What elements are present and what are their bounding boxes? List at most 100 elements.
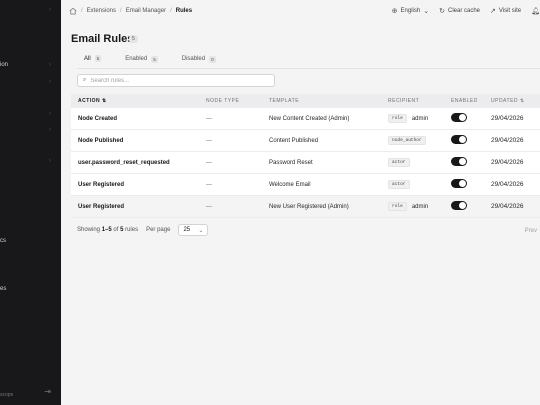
recipient-type-chip: role <box>388 202 407 211</box>
tab-enabled[interactable]: Enabled 5 <box>118 53 165 69</box>
rule-template: Password Reset <box>269 159 313 166</box>
recipient-type-chip: role <box>388 114 407 123</box>
column-header-template: TEMPLATE <box>269 98 300 104</box>
column-header-updated[interactable]: UPDATED ⇅ <box>491 98 525 104</box>
enabled-toggle[interactable] <box>451 179 467 190</box>
language-selector[interactable]: ⊕ English ⌄ <box>392 7 429 15</box>
tab-label: Enabled <box>125 56 148 62</box>
per-page-value: 25 <box>183 227 191 233</box>
rule-node-type: — <box>206 115 212 122</box>
rule-action[interactable]: Node Published <box>78 138 123 144</box>
rule-updated: 29/04/2026 <box>491 115 524 122</box>
rule-action[interactable]: user.password_reset_requested <box>78 160 170 166</box>
showing-range: 1–5 <box>101 227 112 233</box>
prev-page-button[interactable]: Prev <box>525 228 537 234</box>
tab-count-badge: 5 <box>151 55 158 63</box>
per-page-label: Per page <box>146 227 171 233</box>
chevron-down-icon: ⌄ <box>198 227 204 234</box>
sidebar-item-label[interactable]: ion <box>0 62 8 68</box>
per-page-select[interactable]: 25 ⌄ <box>178 224 209 236</box>
rule-template: New User Registered (Admin) <box>269 203 349 210</box>
chevron-right-icon[interactable]: › <box>49 158 51 164</box>
chevron-right-icon[interactable]: › <box>49 79 51 85</box>
column-header-node-type: NODE TYPE <box>206 98 240 104</box>
table-row[interactable]: Node Created — New Content Created (Admi… <box>71 108 540 130</box>
sidebar: › ion › › › › › cs es scope ⇥ <box>0 0 61 405</box>
toggle-knob <box>459 114 466 121</box>
logout-icon[interactable]: ⇥ <box>44 387 51 396</box>
globe-icon: ⊕ <box>391 7 398 15</box>
toggle-knob <box>459 158 466 165</box>
breadcrumb: / Extensions / Email Manager / Rules <box>69 7 192 15</box>
chevron-right-icon[interactable]: › <box>49 111 51 117</box>
search-icon: ⌕ <box>83 77 87 83</box>
rule-recipient: node_author <box>388 136 426 145</box>
clear-cache-button[interactable]: ↻ Clear cache <box>439 7 480 15</box>
rule-action[interactable]: User Registered <box>78 182 124 188</box>
toggle-knob <box>459 202 466 209</box>
breadcrumb-email-manager[interactable]: Email Manager <box>126 8 166 14</box>
toggle-switch[interactable] <box>451 135 467 144</box>
showing-prefix: Showing <box>77 227 101 233</box>
rule-node-type: — <box>206 159 212 166</box>
recipient-value: admin <box>411 115 429 122</box>
top-bar-actions: ⊕ English ⌄ ↻ Clear cache ↗ Visit site 🔔… <box>392 0 540 21</box>
toggle-switch[interactable] <box>451 113 467 122</box>
chevron-down-icon: ⌄ <box>423 7 430 15</box>
tab-disabled[interactable]: Disabled 0 <box>175 53 223 69</box>
tab-count-badge: 0 <box>209 55 216 63</box>
bell-icon: 🔔︎ <box>531 7 540 15</box>
pagination-bar: Showing 1–5 of 5 rules Per page 25 ⌄ <box>77 224 209 236</box>
tab-all[interactable]: All 5 <box>77 53 109 69</box>
rule-recipient: role admin <box>388 114 428 123</box>
enabled-toggle[interactable] <box>451 157 467 168</box>
search-box: ⌕ <box>77 74 275 87</box>
sidebar-item-label[interactable]: cs <box>0 238 6 244</box>
breadcrumb-separator: / <box>170 7 172 14</box>
enabled-toggle[interactable] <box>451 113 467 124</box>
chevron-right-icon[interactable]: › <box>49 127 51 133</box>
table-header: ACTION ⇅ NODE TYPE TEMPLATE RECIPIENT EN… <box>71 94 540 108</box>
notifications-button[interactable]: 🔔︎ <box>531 7 540 15</box>
recipient-type-chip: node_author <box>388 136 426 145</box>
toggle-knob <box>459 180 466 187</box>
rule-template: New Content Created (Admin) <box>269 115 350 122</box>
showing-summary: Showing 1–5 of 5 rules <box>77 227 138 233</box>
table-row[interactable]: Node Published — Content Published node_… <box>71 130 540 152</box>
table-row[interactable]: user.password_reset_requested — Password… <box>71 152 540 174</box>
rule-recipient: role admin <box>388 202 428 211</box>
tab-label: Disabled <box>181 56 206 62</box>
tabs-divider <box>77 68 540 69</box>
rule-updated: 29/04/2026 <box>491 159 524 166</box>
toggle-switch[interactable] <box>451 157 467 166</box>
external-link-icon: ↗ <box>490 7 496 15</box>
table-row[interactable]: User Registered — Welcome Email actor 29… <box>71 174 540 196</box>
search-input[interactable] <box>90 77 261 84</box>
count-badge: 5 <box>129 35 138 43</box>
sidebar-item-label[interactable]: es <box>0 286 6 292</box>
showing-suffix: rules <box>125 227 139 233</box>
rule-action[interactable]: User Registered <box>78 204 124 210</box>
column-header-action[interactable]: ACTION ⇅ <box>78 98 107 104</box>
breadcrumb-separator: / <box>120 7 122 14</box>
chevron-right-icon[interactable]: › <box>49 7 51 13</box>
chevron-right-icon[interactable]: › <box>49 62 51 68</box>
enabled-toggle[interactable] <box>451 201 467 212</box>
rules-table: ACTION ⇅ NODE TYPE TEMPLATE RECIPIENT EN… <box>71 94 540 218</box>
top-bar: / Extensions / Email Manager / Rules ⊕ E… <box>61 0 540 21</box>
visit-site-link[interactable]: ↗ Visit site <box>490 7 521 15</box>
rule-recipient: actor <box>388 158 410 167</box>
table-row[interactable]: User Registered — New User Registered (A… <box>71 196 540 218</box>
tab-count-badge: 5 <box>94 55 102 62</box>
rule-template: Content Published <box>269 137 319 144</box>
home-icon[interactable] <box>69 7 77 15</box>
rule-action[interactable]: Node Created <box>78 116 117 122</box>
main-content: / Extensions / Email Manager / Rules ⊕ E… <box>61 0 540 405</box>
toggle-switch[interactable] <box>451 201 467 210</box>
breadcrumb-extensions[interactable]: Extensions <box>87 8 116 14</box>
refresh-icon: ↻ <box>439 7 445 15</box>
toggle-switch[interactable] <box>451 179 467 188</box>
showing-of: of <box>113 227 119 233</box>
enabled-toggle[interactable] <box>451 135 467 146</box>
tab-label: All <box>84 55 91 62</box>
